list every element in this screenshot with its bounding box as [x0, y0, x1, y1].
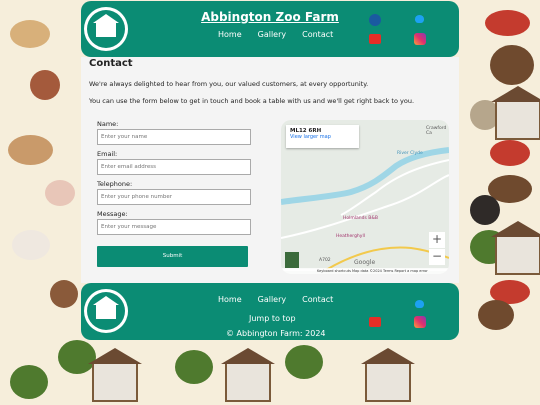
header-nav: Home Gallery Contact — [218, 30, 333, 39]
phone-field[interactable] — [97, 189, 251, 205]
copyright-text: © Abbington Farm: 2024 — [226, 329, 326, 338]
instagram-icon[interactable] — [414, 33, 426, 45]
view-larger-map-link[interactable]: View larger map — [290, 134, 331, 140]
embedded-map[interactable]: ML12 6RH View larger map Crawford Ca Riv… — [281, 120, 449, 274]
google-logo: Google — [354, 259, 376, 266]
intro-text: We're always delighted to hear from you,… — [89, 80, 369, 88]
page-container: Abbington Zoo Farm Home Gallery Contact … — [81, 0, 459, 405]
site-header: Abbington Zoo Farm Home Gallery Contact — [81, 1, 459, 57]
map-road-label: A702 — [319, 258, 331, 263]
footer-instagram-icon[interactable] — [414, 316, 426, 328]
footer-nav: Home Gallery Contact — [218, 295, 333, 304]
footer-twitter-icon[interactable] — [415, 300, 424, 308]
nav-home[interactable]: Home — [218, 30, 242, 39]
map-info-card: ML12 6RH View larger map — [286, 125, 359, 148]
footer-nav-gallery[interactable]: Gallery — [258, 295, 287, 304]
message-label: Message: — [97, 210, 128, 218]
map-place-heatherghyll[interactable]: Heatherghyll — [336, 234, 365, 239]
zoom-in-button[interactable]: + — [429, 232, 445, 248]
facebook-icon[interactable] — [369, 14, 381, 26]
zoom-out-button[interactable]: − — [429, 249, 445, 265]
email-field[interactable] — [97, 159, 251, 175]
contact-section: Contact We're always delighted to hear f… — [81, 57, 459, 283]
intro-text-form: You can use the form below to get in tou… — [89, 97, 415, 105]
page-title: Contact — [89, 58, 133, 69]
map-label-crawford: Crawford Ca — [426, 126, 447, 136]
name-label: Name: — [97, 120, 119, 128]
footer-youtube-icon[interactable] — [369, 317, 381, 327]
footer-logo[interactable] — [84, 289, 128, 333]
phone-label: Telephone: — [97, 180, 133, 188]
map-footer-links[interactable]: Keyboard shortcuts Map data ©2024 Terms … — [281, 268, 449, 274]
footer-nav-home[interactable]: Home — [218, 295, 242, 304]
submit-button[interactable]: Submit — [97, 246, 248, 267]
site-title[interactable]: Abbington Zoo Farm — [81, 10, 459, 24]
jump-to-top-link[interactable]: Jump to top — [249, 314, 296, 323]
nav-contact[interactable]: Contact — [302, 30, 333, 39]
nav-gallery[interactable]: Gallery — [258, 30, 287, 39]
message-field[interactable] — [97, 219, 251, 235]
site-footer: Home Gallery Contact Jump to top © Abbin… — [81, 283, 459, 340]
map-label-river: River Clyde — [397, 151, 423, 156]
map-place-holmlands[interactable]: Holmlands B&B — [343, 216, 378, 221]
footer-nav-contact[interactable]: Contact — [302, 295, 333, 304]
email-label: Email: — [97, 150, 118, 158]
youtube-icon[interactable] — [369, 34, 381, 44]
twitter-icon[interactable] — [415, 15, 424, 23]
name-field[interactable] — [97, 129, 251, 145]
